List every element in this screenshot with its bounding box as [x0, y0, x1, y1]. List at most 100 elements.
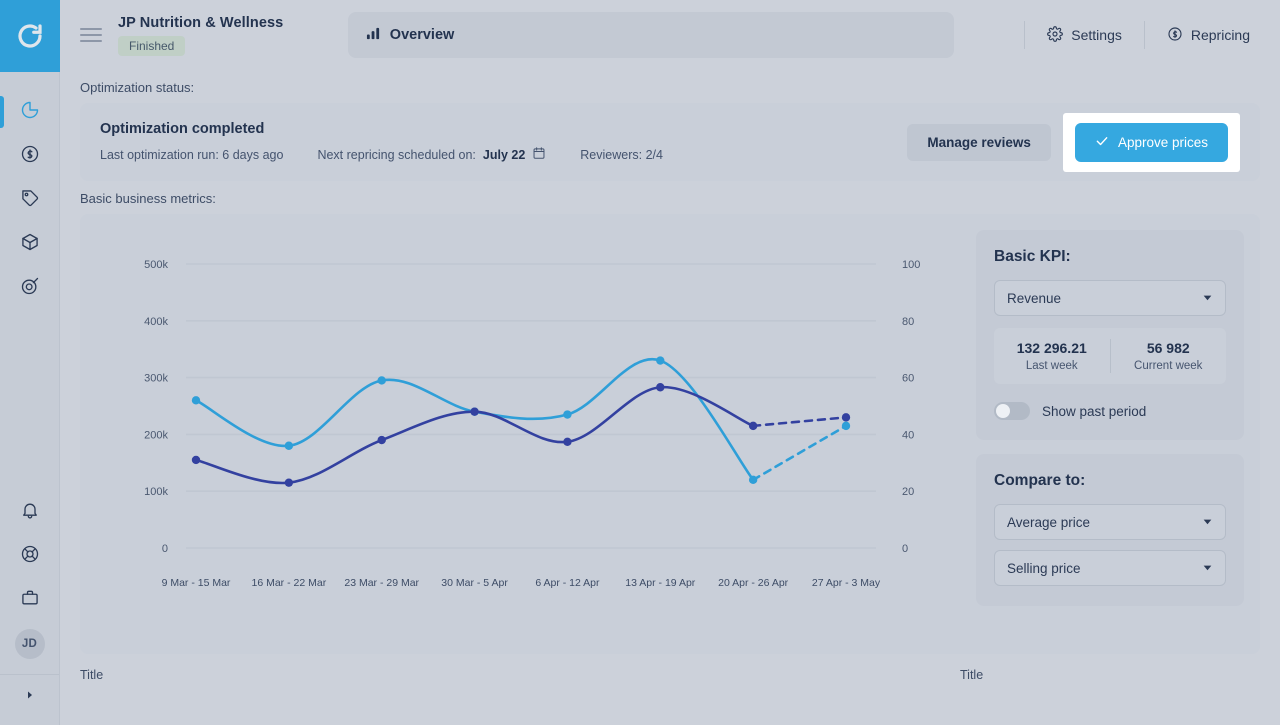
- data-point[interactable]: [563, 437, 572, 446]
- sidebar-item-business[interactable]: [0, 578, 59, 622]
- y-axis-right-tick: 100: [902, 259, 920, 271]
- sidebar-item-notifications[interactable]: [0, 490, 59, 534]
- x-axis-tick: 20 Apr - 26 Apr: [718, 577, 789, 589]
- data-point[interactable]: [284, 478, 294, 487]
- status-heading: Optimization completed: [100, 121, 265, 137]
- x-axis-tick: 16 Mar - 22 Mar: [252, 577, 327, 589]
- reviewers-text: Reviewers: 2/4: [580, 147, 663, 162]
- settings-label: Settings: [1071, 27, 1122, 43]
- y-axis-right-tick: 60: [902, 373, 914, 385]
- tab-overview[interactable]: Overview: [347, 12, 954, 58]
- last-run-text: Last optimization run: 6 days ago: [100, 147, 284, 162]
- compare-option-two-select[interactable]: Selling price: [994, 550, 1226, 586]
- sidebar-bottom-nav: JD: [0, 490, 59, 725]
- sidebar-item-strategy[interactable]: [0, 266, 59, 310]
- sidebar-item-products[interactable]: [0, 222, 59, 266]
- kpi-metric-select[interactable]: Revenue: [994, 280, 1226, 316]
- repricing-button[interactable]: Repricing: [1151, 18, 1266, 53]
- data-point[interactable]: [656, 383, 665, 392]
- user-avatar-wrap[interactable]: JD: [0, 622, 59, 666]
- optimization-status-card: Optimization completed Last optimization…: [80, 103, 1260, 181]
- kpi-last-week: 132 296.21 Last week: [994, 340, 1110, 372]
- app-root: JD JP Nutrition & Wellness Finished Over…: [0, 0, 1280, 725]
- data-point[interactable]: [191, 455, 201, 465]
- data-point[interactable]: [470, 407, 479, 416]
- gear-icon: [1047, 25, 1064, 45]
- top-bar: JP Nutrition & Wellness Finished Overvie…: [60, 0, 1280, 70]
- life-ring-icon: [20, 544, 40, 569]
- sidebar-item-support[interactable]: [0, 534, 59, 578]
- dollar-refresh-icon: [20, 144, 40, 169]
- data-point[interactable]: [284, 441, 294, 450]
- compare-to-title: Compare to:: [994, 472, 1086, 489]
- kpi-current-week: 56 982 Current week: [1111, 340, 1227, 372]
- kpi-values-row: 132 296.21 Last week 56 982 Current week: [994, 328, 1226, 384]
- data-point[interactable]: [841, 421, 851, 431]
- manage-reviews-button[interactable]: Manage reviews: [907, 123, 1051, 161]
- compare-option-one-select[interactable]: Average price: [994, 504, 1226, 540]
- x-axis-tick: 9 Mar - 15 Mar: [162, 577, 231, 589]
- status-meta: Last optimization run: 6 days ago Next r…: [100, 146, 663, 163]
- y-axis-left-tick: 300k: [144, 373, 168, 385]
- compare-to-panel: Compare to: Average price Selling price: [976, 454, 1244, 606]
- kpi-metric-value: Revenue: [1007, 290, 1062, 306]
- content-area: Optimization status: Optimization comple…: [60, 70, 1280, 725]
- calendar-icon[interactable]: [532, 146, 546, 163]
- data-point[interactable]: [748, 475, 758, 485]
- sidebar-item-repricing[interactable]: [0, 134, 59, 178]
- chevron-down-icon: [1202, 291, 1213, 306]
- chevron-down-icon: [1202, 561, 1213, 576]
- x-axis-tick: 13 Apr - 19 Apr: [625, 577, 696, 589]
- sidebar-item-dashboard[interactable]: [0, 90, 59, 134]
- line-chart-svg: 0 0 100k 20 200k 40 300k 60 400k 80 500k 100 9 Mar -…: [144, 259, 920, 589]
- hamburger-menu-icon[interactable]: [80, 28, 102, 42]
- data-point[interactable]: [191, 396, 201, 405]
- chevron-down-icon: [1202, 515, 1213, 530]
- data-point[interactable]: [748, 421, 758, 431]
- y-axis-right-tick: 80: [902, 316, 914, 328]
- bar-chart-icon: [366, 26, 381, 45]
- y-axis-right-tick: 20: [902, 486, 914, 498]
- box-icon: [20, 232, 40, 257]
- bottom-left-title: Title: [80, 668, 104, 682]
- y-axis-left-tick: 200k: [144, 429, 168, 441]
- sidebar-item-pricing[interactable]: [0, 178, 59, 222]
- dollar-circle-icon: [1167, 26, 1183, 45]
- app-logo[interactable]: [0, 0, 60, 72]
- bottom-section: Title Title: [80, 654, 1260, 682]
- x-axis-tick: 6 Apr - 12 Apr: [535, 577, 600, 589]
- expand-arrow-icon: [24, 688, 36, 706]
- tag-icon: [20, 188, 40, 213]
- compare-option-two-value: Selling price: [1007, 560, 1081, 576]
- data-point[interactable]: [377, 376, 386, 385]
- avatar: JD: [14, 629, 45, 659]
- data-point[interactable]: [377, 435, 386, 445]
- basic-business-metrics-label: Basic business metrics:: [80, 191, 216, 206]
- data-point[interactable]: [656, 356, 665, 365]
- divider: [1143, 21, 1145, 49]
- settings-button[interactable]: Settings: [1031, 18, 1138, 53]
- business-metrics-card: 0 0 100k 20 200k 40 300k 60 400k 80 500k 100 9 Mar -…: [80, 214, 1260, 654]
- approve-prices-label: Approve prices: [1117, 134, 1208, 150]
- y-axis-left-tick: 400k: [144, 316, 168, 328]
- approve-prices-button[interactable]: Approve prices: [1074, 122, 1228, 162]
- show-past-period-toggle[interactable]: [994, 402, 1030, 420]
- metrics-side-panels: Basic KPI: Revenue 132 296.21 Last week: [964, 230, 1244, 638]
- data-point[interactable]: [563, 410, 572, 419]
- briefcase-icon: [20, 588, 40, 613]
- y-axis-left-tick: 500k: [144, 259, 168, 271]
- kpi-last-week-label: Last week: [1025, 360, 1078, 372]
- x-axis-tick: 23 Mar - 29 Mar: [344, 577, 419, 589]
- sidebar-expand-button[interactable]: [0, 675, 59, 719]
- toggle-knob: [996, 404, 1010, 418]
- check-icon: [1095, 134, 1109, 151]
- next-run-item: Next repricing scheduled on: July 22: [317, 146, 546, 163]
- y-axis-left-tick: 100k: [144, 486, 168, 498]
- x-axis-tick: 30 Mar - 5 Apr: [441, 577, 508, 589]
- next-run-prefix: Next repricing scheduled on:: [317, 147, 476, 162]
- optimization-status-label: Optimization status:: [80, 80, 195, 95]
- bell-icon: [20, 500, 40, 525]
- y-axis-right-tick: 40: [902, 429, 914, 441]
- tab-overview-label: Overview: [389, 27, 455, 43]
- data-point[interactable]: [841, 413, 851, 422]
